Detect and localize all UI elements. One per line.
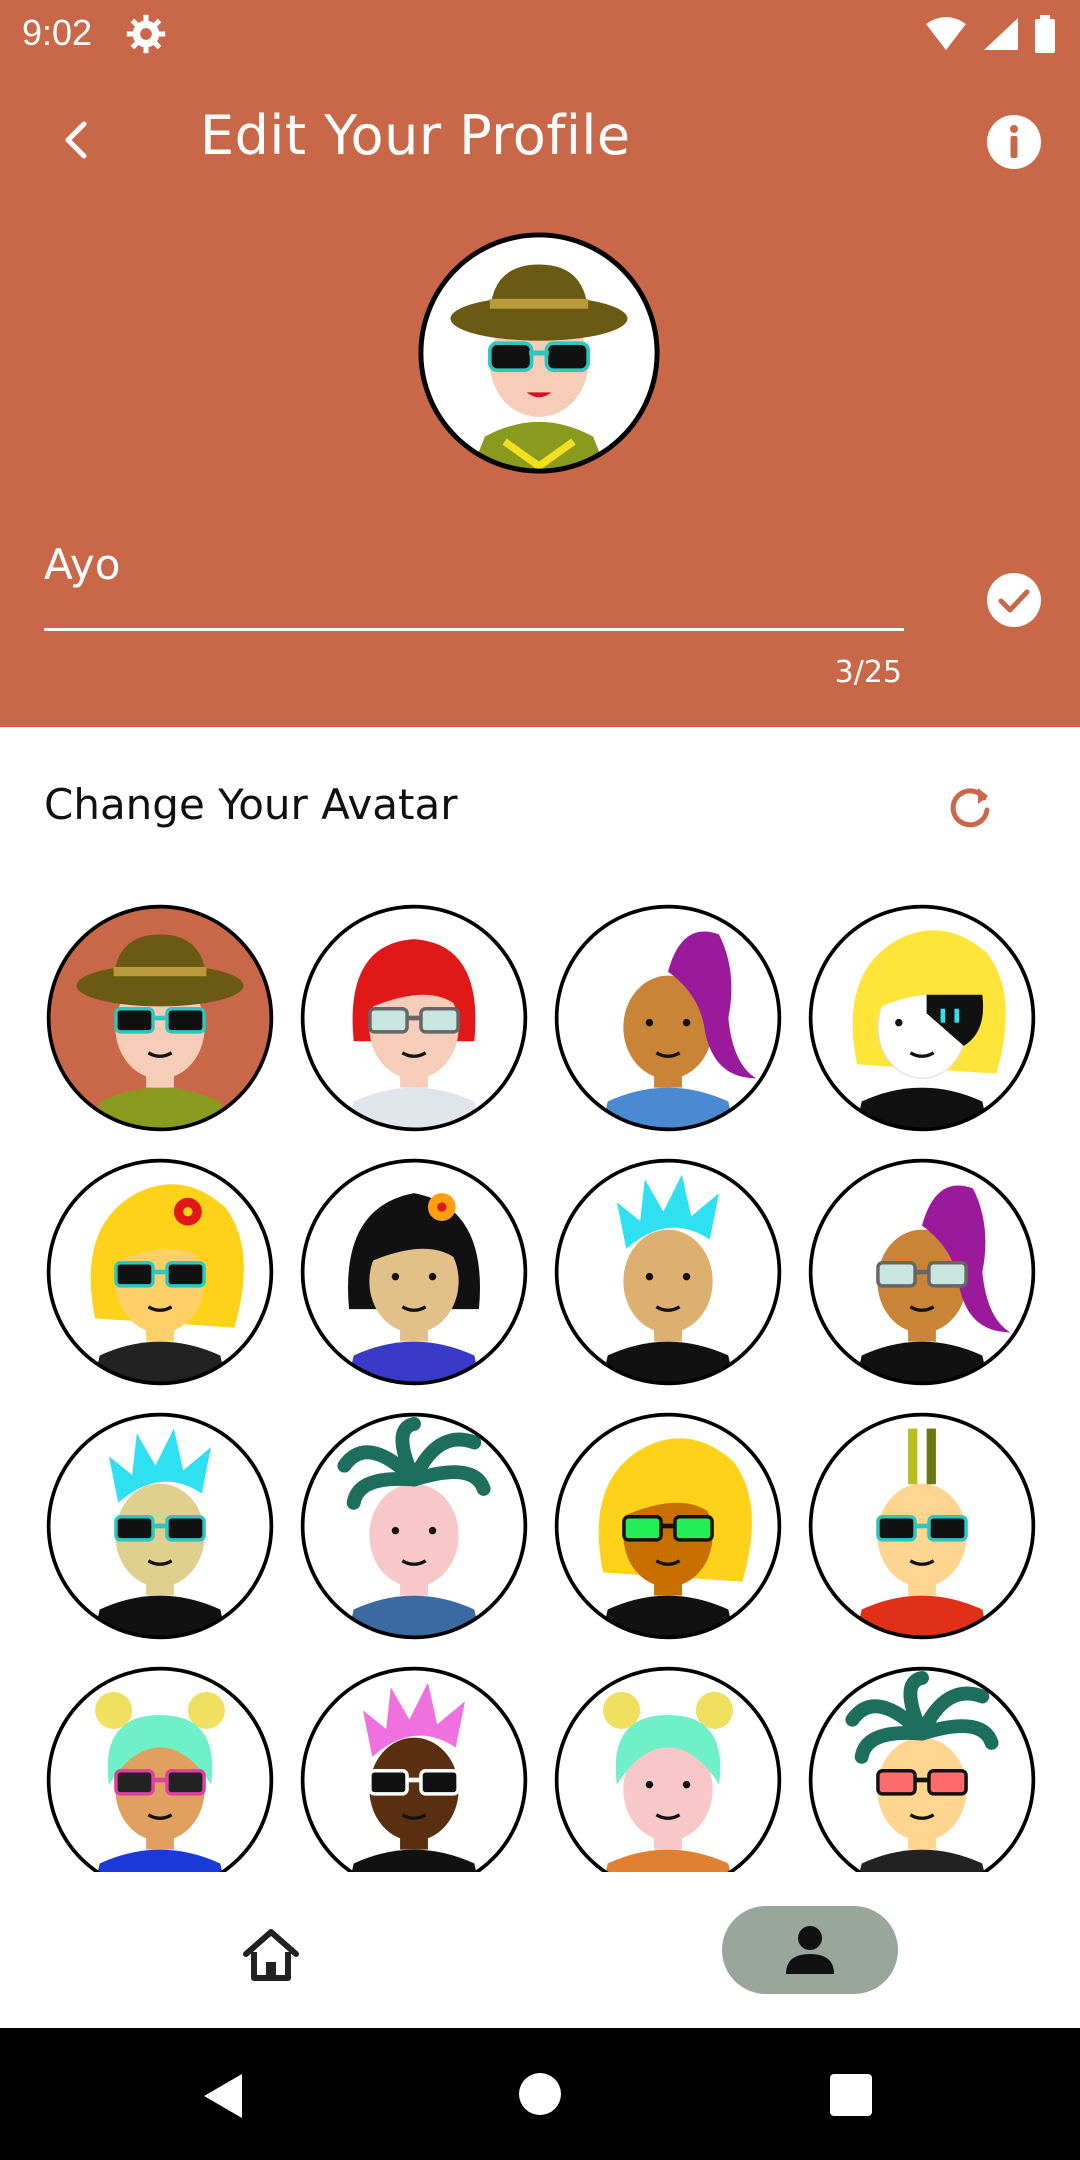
avatar-option-6[interactable] [298, 1156, 530, 1388]
avatar-option-8[interactable] [806, 1156, 1036, 1388]
avatar-option-2[interactable] [298, 902, 530, 1134]
cell-signal-icon [984, 18, 1018, 50]
status-time: 9:02 [22, 12, 93, 53]
settings-gear-icon [126, 14, 166, 54]
system-home-icon[interactable] [516, 2070, 564, 2118]
avatar-option-12[interactable] [806, 1410, 1036, 1642]
avatar-option-16[interactable] [806, 1664, 1036, 1872]
name-input-value[interactable]: Ayo [44, 540, 120, 589]
avatar-option-11[interactable] [552, 1410, 784, 1642]
back-arrow-icon[interactable] [48, 110, 108, 170]
avatar-option-13[interactable] [44, 1664, 276, 1872]
battery-icon [1035, 15, 1055, 53]
name-field[interactable]: Ayo [44, 540, 904, 631]
system-recents-icon[interactable] [828, 2072, 874, 2118]
avatar-option-9[interactable] [44, 1410, 276, 1642]
person-icon [786, 1926, 834, 1974]
avatar-option-7[interactable] [552, 1156, 784, 1388]
confirm-check-icon[interactable] [984, 570, 1044, 630]
refresh-icon[interactable] [940, 776, 1000, 836]
current-avatar [418, 232, 660, 474]
avatar-grid [44, 902, 1036, 1872]
character-counter: 3/25 [834, 655, 902, 690]
name-field-underline [44, 628, 904, 631]
avatar-option-15[interactable] [552, 1664, 784, 1872]
avatar-option-4[interactable] [806, 902, 1036, 1134]
avatar-option-3[interactable] [552, 902, 784, 1134]
avatar-option-1[interactable] [44, 902, 276, 1134]
change-avatar-title: Change Your Avatar [44, 780, 458, 829]
home-icon[interactable] [236, 1920, 306, 1990]
info-icon[interactable] [984, 112, 1044, 172]
status-bar: 9:02 [0, 0, 1080, 66]
system-navigation-bar [0, 2028, 1080, 2160]
page-title: Edit Your Profile [200, 104, 631, 167]
profile-nav-button[interactable] [722, 1906, 898, 1994]
avatar-option-5[interactable] [44, 1156, 276, 1388]
system-back-icon[interactable] [198, 2070, 250, 2122]
bottom-navigation [0, 1872, 1080, 2028]
avatar-option-14[interactable] [298, 1664, 530, 1872]
avatar-option-10[interactable] [298, 1410, 530, 1642]
wifi-icon [926, 17, 966, 50]
